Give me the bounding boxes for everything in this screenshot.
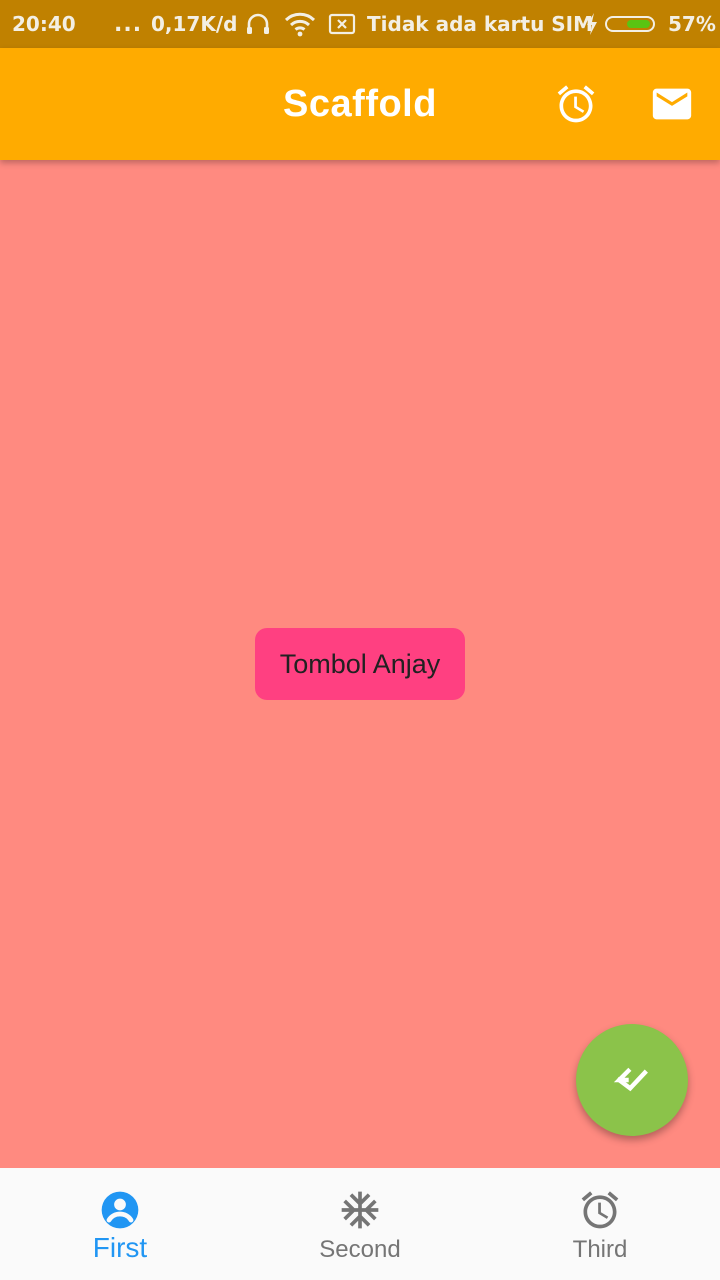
status-carrier: Tidak ada kartu SIM [367, 12, 594, 36]
snowflake-icon [338, 1188, 382, 1232]
no-sim-icon [328, 0, 356, 48]
battery-icon [605, 0, 655, 48]
alarm-action-button[interactable] [548, 76, 604, 132]
app-bar: Scaffold [0, 48, 720, 160]
tombol-anjay-button[interactable]: Tombol Anjay [255, 628, 465, 700]
nav-item-first[interactable]: First [0, 1168, 240, 1280]
mail-action-button[interactable] [644, 76, 700, 132]
charging-bolt-icon [585, 0, 599, 48]
nav-label-first: First [92, 1232, 148, 1263]
status-battery-percent: 57% [668, 12, 716, 36]
headset-icon [244, 0, 272, 48]
account-circle-icon [98, 1188, 142, 1232]
nav-label-third: Third [572, 1236, 628, 1263]
mail-icon [652, 88, 692, 120]
call-received-check-icon [613, 1067, 648, 1092]
battery-level-fill [627, 20, 650, 28]
status-bar: 20:40 ... 0,17K/d Tidak ada kartu SIM 57… [0, 0, 720, 48]
status-net-speed: 0,17K/d [151, 12, 238, 36]
nav-item-third[interactable]: Third [480, 1168, 720, 1280]
alarm-icon [578, 1188, 622, 1232]
status-more-dots: ... [114, 11, 143, 37]
nav-label-second: Second [319, 1236, 401, 1263]
floating-action-button[interactable] [576, 1024, 688, 1136]
page-title: Scaffold [283, 82, 437, 125]
wifi-icon [284, 0, 316, 48]
bottom-navigation: First Second Third [0, 1168, 720, 1280]
nav-item-second[interactable]: Second [240, 1168, 480, 1280]
status-time: 20:40 [12, 12, 76, 36]
alarm-icon [557, 85, 595, 123]
